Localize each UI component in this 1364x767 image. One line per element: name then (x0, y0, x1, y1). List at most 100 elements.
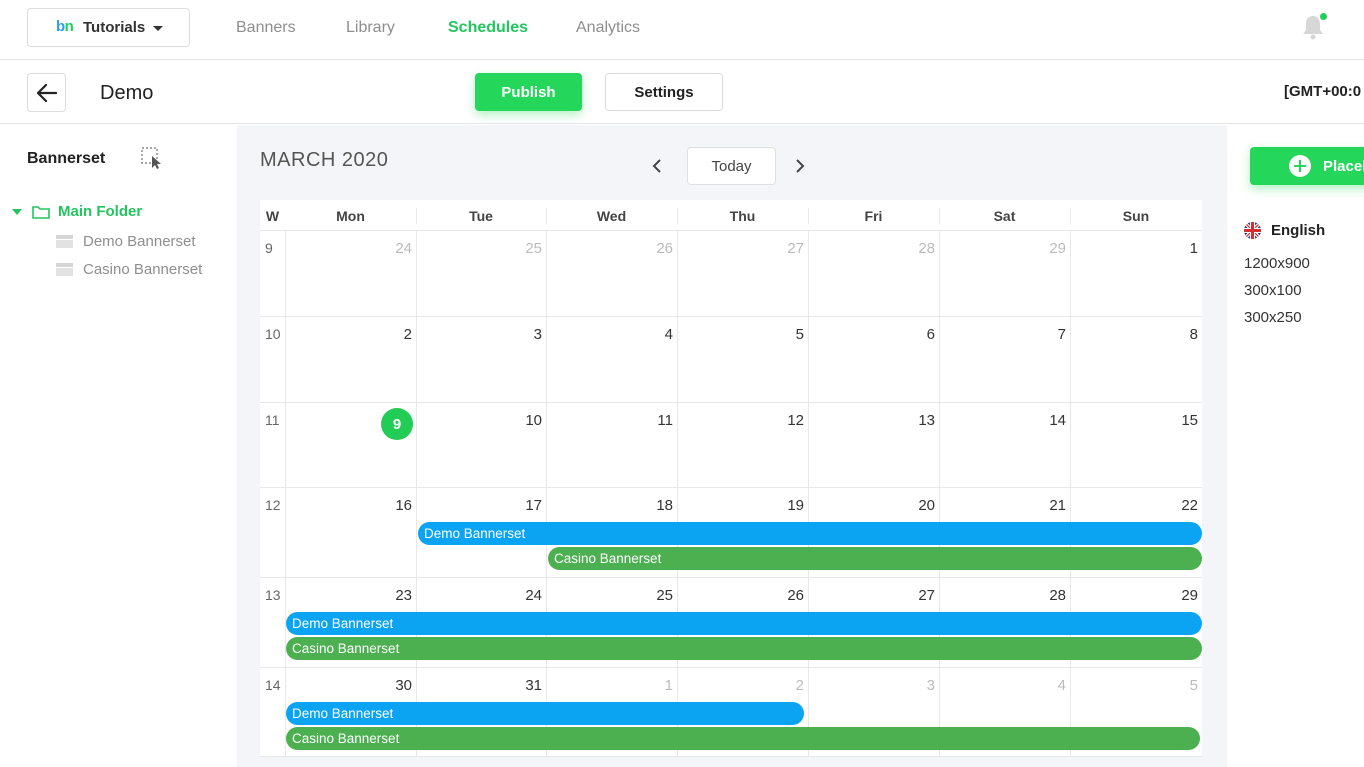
day-number[interactable]: 31 (416, 677, 542, 694)
settings-button[interactable]: Settings (605, 73, 723, 111)
chevron-down-icon (153, 26, 163, 31)
day-number[interactable]: 20 (808, 497, 935, 514)
day-divider (285, 403, 286, 488)
day-number[interactable]: 30 (285, 677, 412, 694)
day-number[interactable]: 25 (546, 587, 673, 604)
day-number[interactable]: 12 (677, 412, 804, 429)
day-number[interactable]: 23 (285, 587, 412, 604)
publish-button[interactable]: Publish (475, 73, 582, 111)
day-number[interactable]: 1 (546, 677, 673, 694)
day-number[interactable]: 26 (546, 240, 673, 257)
nav-library[interactable]: Library (346, 19, 395, 37)
nav-analytics[interactable]: Analytics (576, 19, 640, 37)
day-number[interactable]: 15 (1070, 412, 1198, 429)
day-number[interactable]: 11 (546, 412, 673, 429)
week-number: 13 (265, 587, 281, 603)
week-number: 9 (265, 240, 273, 256)
day-number[interactable]: 27 (808, 587, 935, 604)
day-number[interactable]: 6 (808, 326, 935, 343)
week-number: 10 (265, 326, 281, 342)
week-number: 11 (265, 412, 280, 428)
header-divider (416, 208, 417, 224)
header-divider (1070, 208, 1071, 224)
day-number[interactable]: 27 (677, 240, 804, 257)
day-number[interactable]: 7 (939, 326, 1066, 343)
week-number: 14 (265, 677, 281, 693)
header-sun: Sun (1122, 208, 1150, 224)
header-divider (808, 208, 809, 224)
add-placeholder-button[interactable]: Placeholder (1250, 147, 1364, 185)
day-number[interactable]: 8 (1070, 326, 1198, 343)
calendar-header: W Mon Tue Wed Thu Fri Sat Sun (260, 200, 1202, 231)
day-number[interactable]: 5 (677, 326, 804, 343)
day-number[interactable]: 4 (939, 677, 1066, 694)
calendar-grid: W Mon Tue Wed Thu Fri Sat Sun 9 24 25 26 27 28 29 1 10 2… (260, 200, 1202, 757)
header-wed: Wed (596, 208, 627, 224)
day-number[interactable]: 16 (285, 497, 412, 514)
day-number[interactable]: 5 (1070, 677, 1198, 694)
timezone-selector[interactable]: [GMT+00:0 (1284, 83, 1361, 100)
day-number[interactable]: 14 (939, 412, 1066, 429)
folder-icon (32, 205, 50, 219)
schedule-header: Demo Publish Settings [GMT+00:0 (0, 60, 1364, 124)
chevron-right-icon[interactable] (795, 158, 805, 174)
uk-flag-icon (1244, 222, 1261, 239)
event-casino-bannerset[interactable]: Casino Bannerset (286, 727, 1200, 750)
bannerset-item-casino[interactable]: Casino Bannerset (56, 261, 202, 278)
bannerset-label: Casino Bannerset (83, 261, 203, 278)
calendar-week-row: 11 9 10 11 12 13 14 15 (260, 403, 1202, 488)
arrow-left-icon (36, 83, 57, 102)
size-item[interactable]: 300x250 (1244, 309, 1302, 326)
notification-dot (1320, 13, 1327, 20)
folder-label: Main Folder (58, 203, 143, 220)
nav-banners[interactable]: Banners (236, 19, 296, 37)
main-folder[interactable]: Main Folder (12, 203, 142, 220)
event-demo-bannerset[interactable]: Demo Bannerset (286, 612, 1202, 635)
language-row[interactable]: English (1244, 222, 1325, 239)
day-number[interactable]: 22 (1070, 497, 1198, 514)
day-number[interactable]: 3 (808, 677, 935, 694)
select-cursor-icon[interactable] (141, 147, 165, 171)
bannerset-sidebar: Bannerset Main Folder Demo Bannerset Cas… (0, 125, 237, 767)
today-date-marker[interactable]: 9 (381, 408, 413, 440)
day-number[interactable]: 28 (808, 240, 935, 257)
day-number[interactable]: 13 (808, 412, 935, 429)
bannernow-logo: bn (56, 18, 74, 35)
day-number[interactable]: 19 (677, 497, 804, 514)
day-number[interactable]: 25 (416, 240, 542, 257)
page-title: Demo (100, 82, 154, 104)
day-number[interactable]: 26 (677, 587, 804, 604)
size-item[interactable]: 1200x900 (1244, 255, 1310, 272)
day-number[interactable]: 1 (1070, 240, 1198, 257)
workspace-selector[interactable]: bn Tutorials (27, 8, 190, 47)
day-number[interactable]: 2 (677, 677, 804, 694)
today-button[interactable]: Today (687, 147, 776, 185)
header-sat: Sat (993, 208, 1016, 224)
day-number[interactable]: 24 (285, 240, 412, 257)
day-number[interactable]: 4 (546, 326, 673, 343)
day-number[interactable]: 17 (416, 497, 542, 514)
top-navigation: bn Tutorials Banners Library Schedules A… (0, 0, 1364, 60)
language-label: English (1271, 222, 1326, 239)
chevron-left-icon[interactable] (652, 158, 662, 174)
day-number[interactable]: 24 (416, 587, 542, 604)
day-number[interactable]: 18 (546, 497, 673, 514)
day-number[interactable]: 2 (285, 326, 412, 343)
day-number[interactable]: 29 (939, 240, 1066, 257)
event-casino-bannerset[interactable]: Casino Bannerset (286, 637, 1202, 660)
back-button[interactable] (27, 73, 66, 112)
event-demo-bannerset[interactable]: Demo Bannerset (286, 702, 804, 725)
header-divider (939, 208, 940, 224)
day-number[interactable]: 21 (939, 497, 1066, 514)
plus-circle-icon (1289, 155, 1311, 177)
day-number[interactable]: 3 (416, 326, 542, 343)
event-casino-bannerset[interactable]: Casino Bannerset (548, 547, 1202, 570)
day-number[interactable]: 10 (416, 412, 542, 429)
size-item[interactable]: 300x100 (1244, 282, 1302, 299)
event-demo-bannerset[interactable]: Demo Bannerset (418, 522, 1202, 545)
add-placeholder-label: Placeholder (1323, 157, 1364, 175)
day-number[interactable]: 28 (939, 587, 1066, 604)
day-number[interactable]: 29 (1070, 587, 1198, 604)
bannerset-item-demo[interactable]: Demo Bannerset (56, 233, 196, 250)
nav-schedules[interactable]: Schedules (448, 19, 528, 37)
